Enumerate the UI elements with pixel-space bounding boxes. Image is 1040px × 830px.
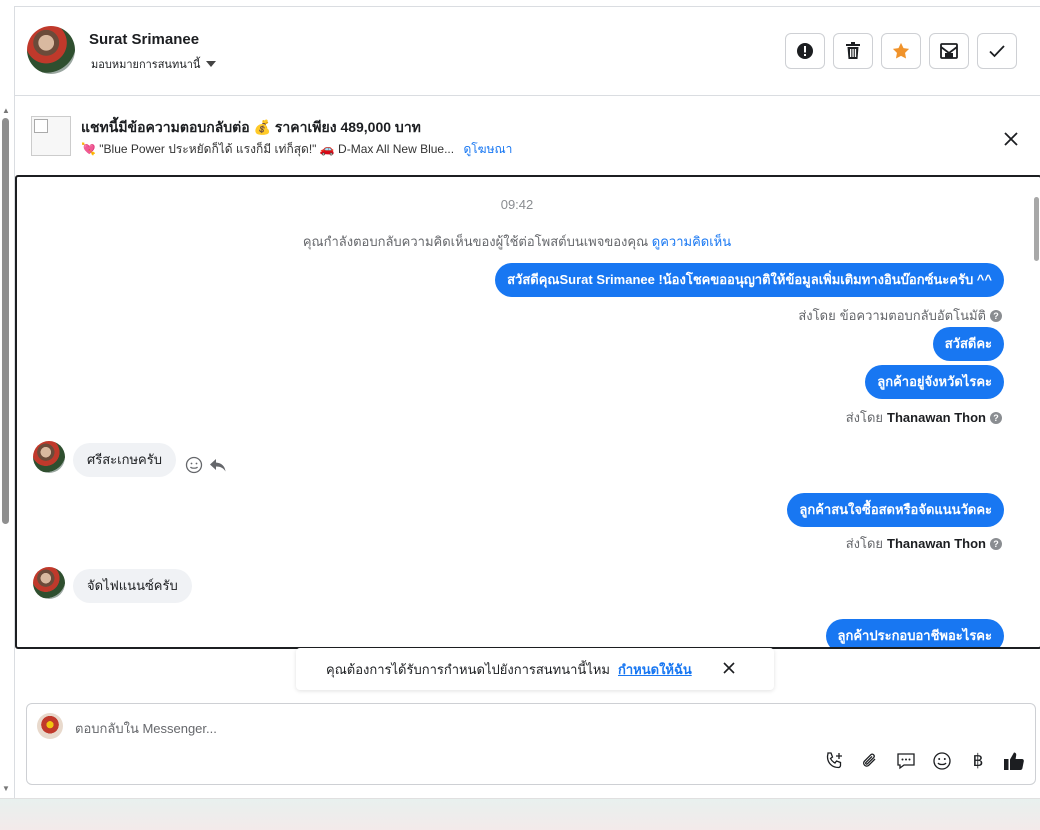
avatar[interactable] bbox=[27, 26, 75, 74]
message-actions bbox=[185, 456, 227, 474]
assign-label: มอบหมายการสนทนานี้ bbox=[91, 59, 201, 71]
delete-button[interactable] bbox=[833, 33, 873, 69]
sent-by-prefix: ส่งโดย bbox=[845, 536, 884, 551]
incoming-message[interactable]: จัดไฟแนนซ์ครับ bbox=[73, 569, 192, 603]
assign-prompt: คุณต้องการได้รับการกำหนดไปยังการสนทนานี้… bbox=[296, 648, 774, 690]
checkmark-icon bbox=[989, 45, 1005, 58]
trash-icon bbox=[846, 42, 860, 59]
reply-input[interactable]: ตอบกลับใน Messenger... bbox=[75, 718, 217, 739]
outgoing-message[interactable]: สวัสดีคะ bbox=[932, 327, 1004, 361]
scrollbar-thumb[interactable] bbox=[1034, 197, 1039, 261]
view-ad-link[interactable]: ดูโฆษณา bbox=[463, 142, 512, 156]
ad-title: แชทนี้มีข้อความตอบกลับต่อ 💰 ราคาเพียง 48… bbox=[81, 119, 421, 135]
star-icon bbox=[892, 42, 910, 59]
attachment-icon[interactable] bbox=[859, 750, 881, 772]
scroll-down-icon[interactable]: ▼ bbox=[2, 784, 10, 793]
saved-reply-icon[interactable] bbox=[895, 750, 917, 772]
phone-add-icon[interactable] bbox=[823, 750, 845, 772]
outgoing-message[interactable]: ลูกค้าประกอบอาชีพอะไรคะ bbox=[825, 619, 1004, 647]
conversation-header: Surat Srimanee มอบหมายการสนทนานี้ bbox=[15, 7, 1040, 96]
avatar[interactable] bbox=[33, 441, 65, 473]
ad-subtitle: 💘 "Blue Power ประหยัดก็ได้ แรงก็มี เท่ก็… bbox=[81, 140, 512, 159]
bottom-strip bbox=[0, 798, 1040, 830]
sent-by-prefix: ส่งโดย bbox=[845, 410, 884, 425]
ad-banner: แชทนี้มีข้อความตอบกลับต่อ 💰 ราคาเพียง 48… bbox=[15, 97, 1040, 175]
scrollbar-thumb[interactable] bbox=[2, 118, 9, 524]
mark-done-button[interactable] bbox=[977, 33, 1017, 69]
chevron-down-icon bbox=[206, 61, 217, 67]
outgoing-message[interactable]: ลูกค้าสนใจซื้อสดหรือจัดแนนวัดคะ bbox=[787, 493, 1004, 527]
message-thread[interactable]: 09:42 คุณกำลังตอบกลับความคิดเห็นของผู้ใช… bbox=[15, 175, 1040, 649]
outgoing-message[interactable]: ลูกค้าอยู่จังหวัดไรคะ bbox=[865, 365, 1004, 399]
emoji-icon[interactable] bbox=[931, 750, 953, 772]
sent-by-name: Thanawan Thon bbox=[887, 410, 986, 425]
thread-scrollbar[interactable] bbox=[1032, 177, 1040, 647]
mark-unread-button[interactable] bbox=[929, 33, 969, 69]
help-icon[interactable]: ? bbox=[990, 537, 1002, 550]
composer-toolbar: ฿ bbox=[823, 750, 1025, 772]
envelope-icon bbox=[940, 43, 958, 59]
assign-conversation-dropdown[interactable]: มอบหมายการสนทนานี้ bbox=[91, 55, 217, 73]
help-icon[interactable]: ? bbox=[990, 309, 1002, 322]
incoming-message[interactable]: ศรีสะเกษครับ bbox=[73, 443, 176, 477]
sent-by-label: ส่งโดย Thanawan Thon ? bbox=[846, 533, 1002, 554]
scroll-up-icon[interactable]: ▲ bbox=[2, 106, 10, 115]
mark-spam-button[interactable] bbox=[785, 33, 825, 69]
like-icon[interactable] bbox=[1003, 750, 1025, 772]
message-timestamp: 09:42 bbox=[500, 197, 534, 212]
system-note-text: คุณกำลังตอบกลับความคิดเห็นของผู้ใช้ต่อโพ… bbox=[302, 234, 649, 249]
system-note: คุณกำลังตอบกลับความคิดเห็นของผู้ใช้ต่อโพ… bbox=[17, 231, 1017, 252]
sent-by-name: Thanawan Thon bbox=[887, 536, 986, 551]
outgoing-message[interactable]: สวัสดีคุณSurat Srimanee !น้องโชคขออนุญาต… bbox=[495, 263, 1004, 297]
page-avatar bbox=[37, 713, 63, 739]
exclamation-circle-icon bbox=[797, 43, 813, 59]
help-icon[interactable]: ? bbox=[990, 411, 1002, 424]
star-button[interactable] bbox=[881, 33, 921, 69]
sent-by-prefix: ส่งโดย bbox=[798, 308, 836, 323]
contact-name[interactable]: Surat Srimanee bbox=[89, 31, 199, 48]
avatar[interactable] bbox=[33, 567, 65, 599]
assign-to-me-link[interactable]: กำหนดให้ฉัน bbox=[618, 659, 692, 680]
close-icon bbox=[1004, 132, 1018, 146]
assign-prompt-text: คุณต้องการได้รับการกำหนดไปยังการสนทนานี้… bbox=[326, 661, 610, 677]
close-icon[interactable] bbox=[722, 661, 736, 675]
ad-subtitle-text: 💘 "Blue Power ประหยัดก็ได้ แรงก็มี เท่ก็… bbox=[81, 142, 455, 156]
baht-icon[interactable]: ฿ bbox=[967, 750, 989, 772]
reply-icon[interactable] bbox=[209, 456, 227, 474]
sent-by-name: ข้อความตอบกลับอัตโนมัติ bbox=[839, 308, 986, 323]
emoji-react-icon[interactable] bbox=[185, 456, 203, 474]
message-composer: ตอบกลับใน Messenger... ฿ bbox=[26, 703, 1036, 785]
view-comment-link[interactable]: ดูความคิดเห็น bbox=[652, 234, 731, 249]
sent-by-label: ส่งโดย Thanawan Thon ? bbox=[846, 407, 1002, 428]
ad-thumbnail[interactable] bbox=[31, 116, 71, 156]
page-scrollbar[interactable] bbox=[0, 100, 12, 800]
close-ad-button[interactable] bbox=[999, 127, 1023, 151]
sent-by-label: ส่งโดย ข้อความตอบกลับอัตโนมัติ ? bbox=[798, 305, 1002, 326]
